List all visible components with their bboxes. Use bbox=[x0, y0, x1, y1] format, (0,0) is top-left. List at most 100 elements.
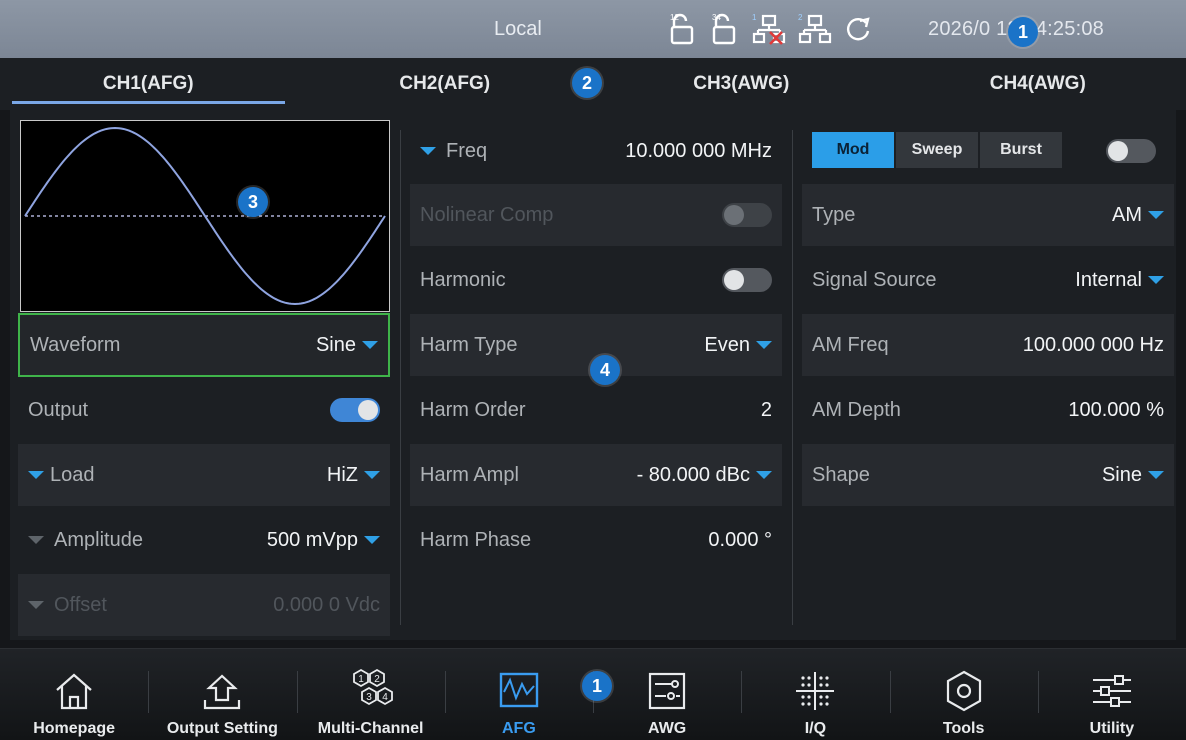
mode-selector: Mod Sweep Burst bbox=[812, 132, 1062, 168]
waveform-row[interactable]: Waveform Sine bbox=[18, 313, 390, 377]
nav-awg[interactable]: AWG bbox=[593, 649, 741, 740]
burst-button[interactable]: Burst bbox=[980, 132, 1062, 168]
offset-row: Offset 0.000 0 Vdc bbox=[18, 574, 390, 636]
tab-ch2[interactable]: CH2(AFG) bbox=[297, 58, 594, 110]
harm-ampl-label: Harm Ampl bbox=[420, 463, 519, 486]
waveform-value: Sine bbox=[315, 333, 356, 356]
column-divider bbox=[400, 130, 401, 625]
callout-badge-5: 1 bbox=[582, 671, 612, 701]
output-setting-icon bbox=[204, 674, 241, 710]
nav-homepage[interactable]: Homepage bbox=[0, 649, 148, 740]
nolinear-comp-label: Nolinear Comp bbox=[420, 203, 554, 226]
nolinear-comp-row: Nolinear Comp bbox=[410, 184, 782, 246]
output-label: Output bbox=[28, 398, 89, 421]
network-1-icon[interactable]: 1 bbox=[752, 12, 786, 46]
dropdown-caret-icon bbox=[362, 341, 378, 349]
callout-badge-4: 4 bbox=[590, 355, 620, 385]
freq-value: 10.000 000 MHz bbox=[625, 139, 772, 162]
sweep-button[interactable]: Sweep bbox=[896, 132, 978, 168]
expand-caret-icon bbox=[28, 536, 44, 544]
tab-ch4[interactable]: CH4(AWG) bbox=[890, 58, 1186, 110]
waveform-label: Waveform bbox=[30, 333, 121, 356]
signal-source-label: Signal Source bbox=[812, 268, 937, 291]
svg-text:4: 4 bbox=[382, 692, 388, 703]
harm-type-value: Even bbox=[704, 333, 750, 356]
waveform-preview bbox=[20, 120, 390, 312]
svg-text:1: 1 bbox=[752, 13, 757, 22]
harmonic-row[interactable]: Harmonic bbox=[410, 249, 782, 311]
svg-text:2: 2 bbox=[374, 674, 380, 685]
signal-source-value: Internal bbox=[1075, 268, 1142, 291]
refresh-icon[interactable] bbox=[844, 15, 872, 43]
freq-label: Freq bbox=[446, 139, 488, 162]
nolinear-comp-toggle bbox=[722, 203, 772, 227]
sine-wave-graphic bbox=[24, 126, 386, 306]
harm-ampl-row[interactable]: Harm Ampl - 80.000 dBc bbox=[410, 444, 782, 506]
dropdown-caret-icon bbox=[756, 341, 772, 349]
harm-phase-row[interactable]: Harm Phase 0.000 ° bbox=[410, 509, 782, 571]
dropdown-caret-icon bbox=[1148, 471, 1164, 479]
channel-34-icon[interactable]: 34 bbox=[710, 12, 740, 46]
afg-icon bbox=[499, 672, 539, 708]
svg-text:12: 12 bbox=[670, 13, 679, 22]
load-value: HiZ bbox=[326, 463, 358, 486]
expand-caret-icon bbox=[28, 601, 44, 609]
amplitude-row[interactable]: Amplitude 500 mVpp bbox=[18, 509, 390, 571]
expand-caret-icon bbox=[28, 471, 44, 479]
callout-badge-1: 1 bbox=[1008, 17, 1038, 47]
network-2-icon[interactable]: 2 bbox=[798, 12, 832, 46]
nav-iq[interactable]: I/Q bbox=[741, 649, 889, 740]
load-label: Load bbox=[50, 463, 95, 486]
harmonic-label: Harmonic bbox=[420, 268, 506, 291]
harm-order-row[interactable]: Harm Order 2 bbox=[410, 379, 782, 441]
am-freq-value: 100.000 000 Hz bbox=[1022, 333, 1164, 356]
signal-source-row[interactable]: Signal Source Internal bbox=[802, 249, 1174, 311]
am-depth-row[interactable]: AM Depth 100.000 % bbox=[802, 379, 1174, 441]
type-row[interactable]: Type AM bbox=[802, 184, 1174, 246]
callout-badge-2: 2 bbox=[572, 68, 602, 98]
nav-multi-channel[interactable]: 1234 Multi-Channel bbox=[296, 649, 445, 740]
shape-row[interactable]: Shape Sine bbox=[802, 444, 1174, 506]
multi-channel-icon: 1 23 4 bbox=[352, 668, 393, 706]
harm-type-label: Harm Type bbox=[420, 333, 518, 356]
iq-icon bbox=[796, 672, 835, 710]
nav-utility[interactable]: Utility bbox=[1037, 649, 1186, 740]
harm-order-value: 2 bbox=[760, 398, 772, 421]
am-freq-row[interactable]: AM Freq 100.000 000 Hz bbox=[802, 314, 1174, 376]
harm-ampl-value: - 80.000 dBc bbox=[636, 463, 750, 486]
am-depth-label: AM Depth bbox=[812, 398, 901, 421]
expand-caret-icon bbox=[420, 147, 436, 155]
amplitude-label: Amplitude bbox=[54, 528, 143, 551]
type-label: Type bbox=[812, 203, 856, 226]
svg-text:1: 1 bbox=[358, 674, 364, 685]
load-row[interactable]: Load HiZ bbox=[18, 444, 390, 506]
dropdown-caret-icon bbox=[1148, 276, 1164, 284]
column-divider bbox=[792, 130, 793, 625]
freq-row[interactable]: Freq 10.000 000 MHz bbox=[410, 120, 782, 182]
output-row[interactable]: Output bbox=[18, 379, 390, 441]
channel-12-icon[interactable]: 12 bbox=[668, 12, 698, 46]
svg-text:2: 2 bbox=[798, 13, 803, 22]
dropdown-caret-icon bbox=[756, 471, 772, 479]
nav-afg[interactable]: AFG bbox=[444, 649, 593, 740]
harm-order-label: Harm Order bbox=[420, 398, 526, 421]
dropdown-caret-icon bbox=[1148, 211, 1164, 219]
nav-tools[interactable]: Tools bbox=[889, 649, 1038, 740]
mod-button[interactable]: Mod bbox=[812, 132, 894, 168]
harm-phase-label: Harm Phase bbox=[420, 528, 532, 551]
offset-value: 0.000 0 Vdc bbox=[273, 593, 380, 616]
tab-ch1[interactable]: CH1(AFG) bbox=[0, 58, 297, 110]
svg-text:3: 3 bbox=[366, 692, 372, 703]
mode-enable-toggle[interactable] bbox=[1106, 139, 1156, 163]
shape-label: Shape bbox=[812, 463, 870, 486]
harmonic-toggle[interactable] bbox=[722, 268, 772, 292]
type-value: AM bbox=[1112, 203, 1142, 226]
harm-phase-value: 0.000 ° bbox=[708, 528, 772, 551]
nav-output-setting[interactable]: Output Setting bbox=[148, 649, 296, 740]
home-icon bbox=[56, 673, 92, 710]
svg-text:34: 34 bbox=[712, 13, 721, 22]
tab-ch3[interactable]: CH3(AWG) bbox=[593, 58, 890, 110]
utility-icon bbox=[1092, 675, 1131, 707]
output-toggle[interactable] bbox=[330, 398, 380, 422]
status-icons: 12 34 1 2 bbox=[668, 12, 872, 46]
